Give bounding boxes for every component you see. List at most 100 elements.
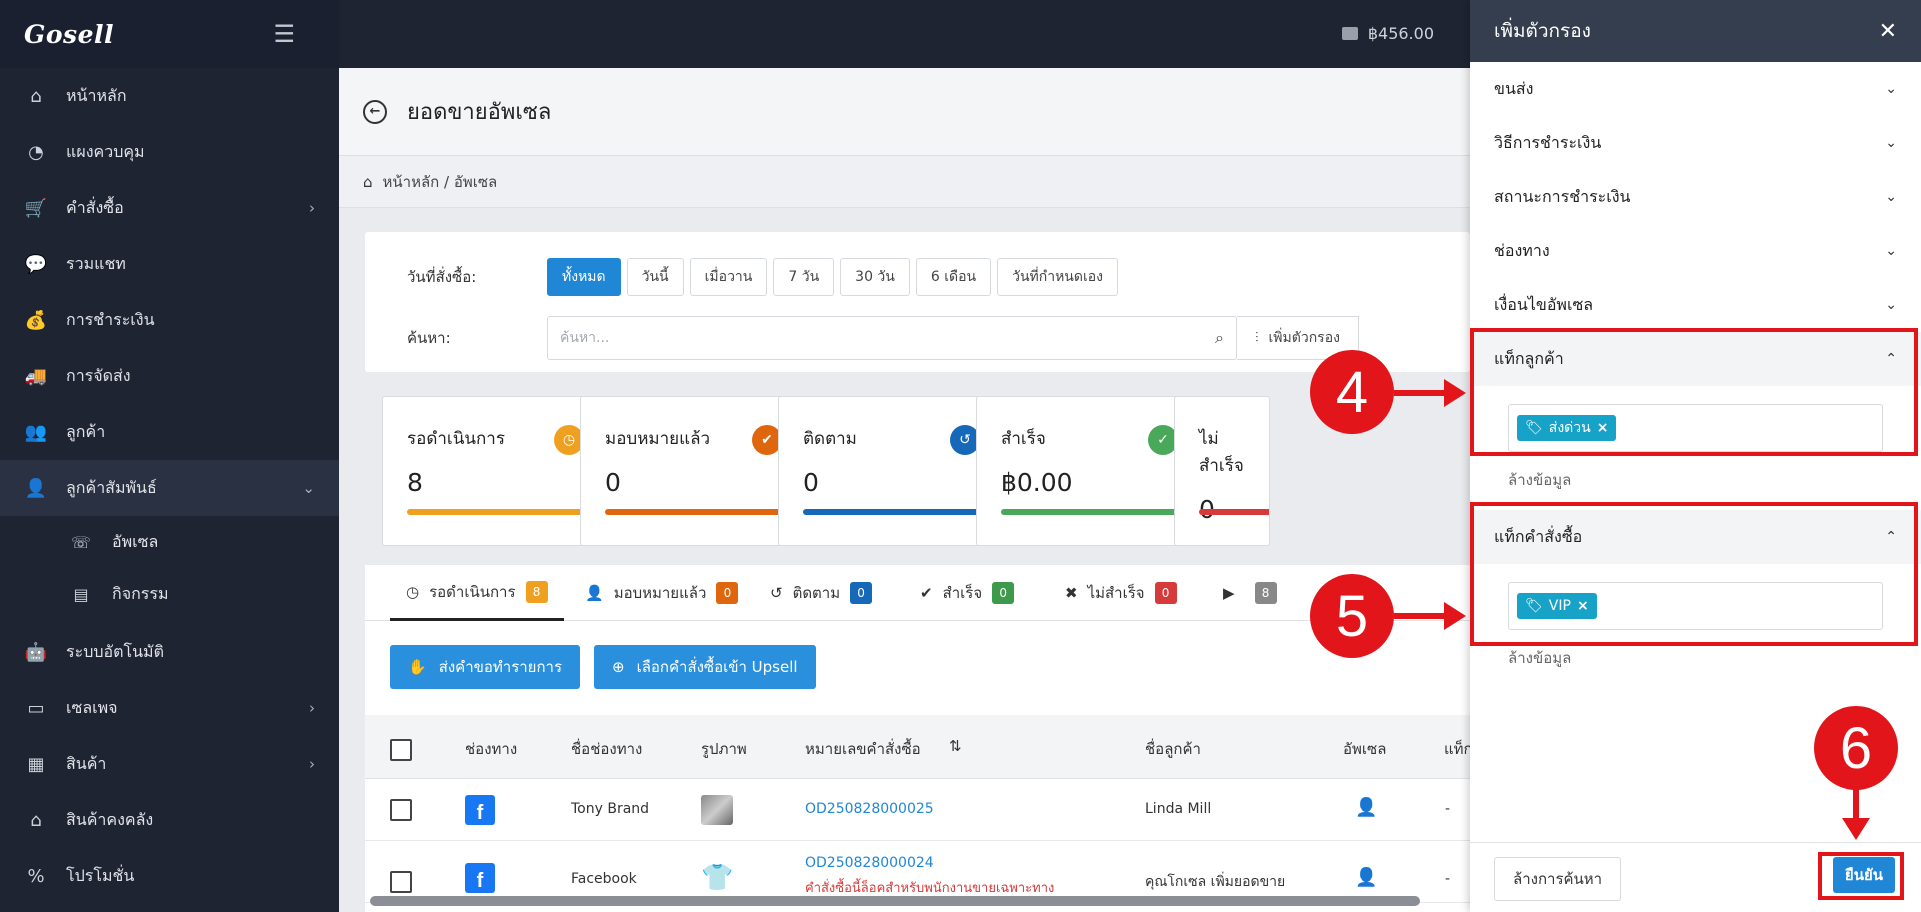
select-orders-button[interactable]: ⊕ เลือกคำสั่งซื้อเข้า Upsell	[594, 645, 816, 689]
tab-label: มอบหมายแล้ว	[613, 584, 707, 602]
sidebar-subitem-0[interactable]: ☏ อัพเซล	[0, 516, 339, 568]
sidebar-item-bottom-0[interactable]: 🤖 ระบบอัตโนมัติ	[0, 624, 339, 680]
filter-section[interactable]: วิธีการชำระเงิน ⌄	[1470, 116, 1921, 170]
select-all-checkbox[interactable]	[390, 739, 412, 761]
tab-count-badge: 8	[1254, 582, 1277, 604]
row-checkbox[interactable]	[390, 871, 412, 893]
sidebar-subitem-1[interactable]: ▤ กิจกรรม	[0, 568, 339, 620]
app-logo[interactable]: Gosell	[24, 20, 114, 49]
date-option-button[interactable]: วันที่กำหนดเอง	[997, 258, 1118, 296]
select-orders-label: เลือกคำสั่งซื้อเข้า Upsell	[636, 658, 798, 676]
date-option-button[interactable]: วันนี้	[626, 258, 684, 296]
sidebar-item-3[interactable]: 💬 รวมแชท	[0, 236, 339, 292]
date-option-button[interactable]: เมื่อวาน	[689, 258, 768, 296]
order-number-link[interactable]: OD250828000024	[805, 855, 934, 871]
robot-icon: 🤖	[24, 641, 48, 663]
chevron-down-icon: ⌄	[1885, 243, 1897, 259]
sidebar-item-bottom-3[interactable]: ⌂ สินค้าคงคลัง	[0, 792, 339, 848]
col-tag[interactable]: แท็ก	[1444, 737, 1470, 761]
stat-card[interactable]: มอบหมายแล้ว 0 ✔	[580, 396, 803, 546]
step-5-arrow-line	[1394, 613, 1446, 619]
channel-name: Facebook	[571, 871, 637, 887]
sidebar-item-6[interactable]: 👥 ลูกค้า	[0, 404, 339, 460]
close-icon[interactable]: ✕	[1879, 19, 1897, 44]
col-channel-name[interactable]: ชื่อช่องทาง	[571, 737, 642, 761]
clear-search-button[interactable]: ล้างการค้นหา	[1494, 857, 1622, 901]
table-row[interactable]: f Tony Brand OD250828000025 Linda Mill 👤…	[365, 779, 1470, 841]
sidebar-item-bottom-label: สินค้า	[66, 753, 107, 773]
tab-count-badge: 8	[525, 580, 548, 603]
sidebar-item-bottom-label: เซลเพจ	[66, 697, 118, 717]
sidebar-item-bottom-2[interactable]: ▦ สินค้า ›	[0, 736, 339, 792]
tab-label: สำเร็จ	[942, 584, 983, 602]
date-option-button[interactable]: ทั้งหมด	[547, 258, 621, 296]
sidebar-item-bottom-4[interactable]: % โปรโมชั่น	[0, 848, 339, 904]
hand-icon: ✋	[408, 658, 427, 676]
filter-section[interactable]: สถานะการชำระเงิน ⌄	[1470, 170, 1921, 224]
upsell-agent-icon[interactable]: 👤	[1355, 797, 1377, 818]
send-request-button[interactable]: ✋ ส่งคำขอทำรายการ	[390, 645, 581, 689]
row-checkbox[interactable]	[390, 799, 412, 821]
customer-tag-clear-link[interactable]: ล้างข้อมูล	[1508, 468, 1921, 492]
date-option-button[interactable]: 30 วัน	[840, 258, 910, 296]
sidebar-item-0[interactable]: ⌂ หน้าหลัก	[0, 68, 339, 124]
filter-section[interactable]: เงื่อนไขอัพเซล ⌄	[1470, 278, 1921, 332]
filter-section[interactable]: ช่องทาง ⌄	[1470, 224, 1921, 278]
sidebar-item-2[interactable]: 🛒 คำสั่งซื้อ ›	[0, 180, 339, 236]
search-input[interactable]: ค้นหา... ⌕	[547, 316, 1237, 360]
col-customer-name[interactable]: ชื่อลูกค้า	[1145, 737, 1201, 761]
status-tab[interactable]: ↺ ติดตาม 0	[770, 565, 873, 621]
list-icon: ▤	[73, 584, 89, 604]
wallet-balance[interactable]: ฿456.00	[1341, 24, 1434, 43]
sidebar-item-7[interactable]: 👤 ลูกค้าสัมพันธ์ ⌄	[0, 460, 339, 516]
horizontal-scrollbar[interactable]	[370, 896, 1420, 906]
sidebar-item-5[interactable]: 🚚 การจัดส่ง	[0, 348, 339, 404]
chevron-right-icon: ›	[309, 199, 315, 217]
search-icon[interactable]: ⌕	[1215, 328, 1224, 348]
sidebar-item-4[interactable]: 💰 การชำระเงิน	[0, 292, 339, 348]
tab-label: ไม่สำเร็จ	[1087, 584, 1145, 602]
upsell-agent-icon[interactable]: 👤	[1355, 867, 1377, 888]
shirt-thumbnail-icon[interactable]: 👕	[701, 863, 733, 893]
search-row: ค้นหา: ค้นหา... ⌕ ⫶ เพิ่มตัวกรอง	[407, 316, 1359, 360]
search-placeholder: ค้นหา...	[560, 330, 610, 346]
tab-icon: ↺	[770, 584, 783, 602]
stat-card[interactable]: ติดตาม 0 ↺	[778, 396, 1001, 546]
hamburger-menu-icon[interactable]: ☰	[273, 20, 295, 48]
col-order-number[interactable]: หมายเลขคำสั่งซื้อ	[805, 737, 921, 761]
status-tab[interactable]: ✔ สำเร็จ 0	[920, 565, 1015, 621]
sort-icon[interactable]: ⇅	[949, 737, 962, 755]
stat-card[interactable]: สำเร็จ ฿0.00 ✓	[976, 396, 1199, 546]
date-option-button[interactable]: 6 เดือน	[915, 258, 992, 296]
sidebar-item-bottom-1[interactable]: ▭ เซลเพจ ›	[0, 680, 339, 736]
date-option-button[interactable]: 7 วัน	[773, 258, 835, 296]
home-icon[interactable]: ⌂	[363, 173, 373, 191]
stat-card[interactable]: รอดำเนินการ 8 ◷	[382, 396, 605, 546]
table-row[interactable]: f Facebook 👕 OD250828000024 คำสั่งซื้อนี…	[365, 841, 1470, 903]
order-number-link[interactable]: OD250828000025	[805, 801, 934, 817]
sidebar-item-1[interactable]: ◔ แผงควบคุม	[0, 124, 339, 180]
status-tab[interactable]: ◷ รอดำเนินการ 8	[390, 565, 564, 621]
sidebar-item-label: แผงควบคุม	[66, 141, 145, 161]
stat-card[interactable]: ไม่สำเร็จ0	[1174, 396, 1270, 546]
status-tab[interactable]: ▶ 8	[1223, 565, 1277, 621]
stat-value: 8	[407, 468, 423, 497]
back-arrow-icon[interactable]: ←	[363, 99, 387, 124]
dashboard-icon: ◔	[28, 141, 44, 163]
filter-section[interactable]: ขนส่ง ⌄	[1470, 62, 1921, 116]
topbar: ฿456.00	[339, 0, 1470, 68]
col-upsell[interactable]: อัพเซล	[1343, 737, 1386, 761]
stat-bar	[407, 509, 584, 515]
tab-icon: ▶	[1223, 584, 1235, 602]
product-thumbnail[interactable]	[701, 795, 733, 825]
col-channel[interactable]: ช่องทาง	[465, 737, 517, 761]
sidebar-item-label: รวมแชท	[66, 253, 126, 273]
status-tab[interactable]: ✖ ไม่สำเร็จ 0	[1065, 565, 1177, 621]
chevron-down-icon: ⌄	[1885, 81, 1897, 97]
status-tab[interactable]: 👤 มอบหมายแล้ว 0	[585, 565, 739, 621]
sidebar-item-bottom-label: สินค้าคงคลัง	[66, 809, 154, 829]
col-image[interactable]: รูปภาพ	[701, 737, 747, 761]
stat-value: ฿0.00	[1001, 468, 1073, 497]
order-tag-clear-link[interactable]: ล้างข้อมูล	[1508, 646, 1921, 670]
breadcrumb-text[interactable]: หน้าหลัก / อัพเซล	[383, 170, 498, 194]
